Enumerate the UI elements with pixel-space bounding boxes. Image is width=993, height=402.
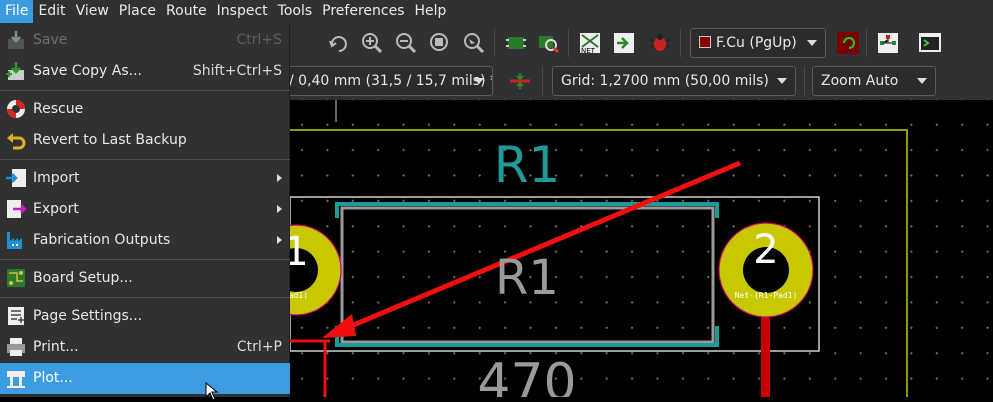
page-settings-icon — [5, 305, 27, 327]
layer-select-value: F.Cu (PgUp) — [716, 35, 797, 51]
value-label: 470 — [477, 353, 576, 397]
terminal-icon[interactable] — [918, 31, 942, 55]
menu-edit[interactable]: Edit — [33, 0, 70, 23]
board-outline — [290, 129, 908, 397]
board-setup-icon — [5, 267, 27, 289]
svg-text:NET: NET — [581, 47, 596, 55]
submenu-arrow-icon — [277, 236, 282, 244]
zoom-select[interactable]: Zoom Auto — [812, 66, 936, 96]
menu-tools[interactable]: Tools — [273, 0, 318, 23]
menu-inspect[interactable]: Inspect — [212, 0, 273, 23]
menu-print[interactable]: Print... Ctrl+P — [0, 332, 290, 363]
plot-icon — [5, 367, 27, 389]
update-pcb-icon[interactable] — [612, 31, 636, 55]
netlist-icon[interactable]: NET — [578, 31, 602, 55]
menu-fabrication-outputs[interactable]: Fabrication Outputs — [0, 225, 290, 256]
redo-icon[interactable] — [326, 31, 350, 55]
layer-pair-icon[interactable] — [836, 31, 860, 55]
zoom-out-icon[interactable] — [394, 31, 418, 55]
save-icon — [5, 29, 27, 51]
save-copy-icon — [5, 60, 27, 82]
export-icon — [5, 198, 27, 220]
menu-import[interactable]: Import — [0, 163, 290, 194]
layer-color-swatch — [699, 36, 711, 48]
menu-revert[interactable]: Revert to Last Backup — [0, 125, 290, 156]
menu-preferences[interactable]: Preferences — [317, 0, 409, 23]
menu-rescue[interactable]: Rescue — [0, 94, 290, 125]
menu-file[interactable]: File — [0, 0, 34, 23]
silkscreen-bracket-top — [335, 202, 719, 218]
reference-body: R1 — [495, 250, 559, 306]
menu-board-setup[interactable]: Board Setup... — [0, 263, 290, 294]
pad-2-number: 2 — [753, 227, 778, 273]
reference-top: R1 — [494, 136, 561, 194]
zoom-selection-icon[interactable] — [462, 31, 486, 55]
revert-icon — [5, 129, 27, 151]
lifebuoy-icon — [5, 98, 27, 120]
track-segment — [761, 305, 770, 397]
zoom-in-icon[interactable] — [360, 31, 384, 55]
menu-route[interactable]: Route — [161, 0, 212, 23]
menu-help[interactable]: Help — [410, 0, 452, 23]
menu-save-copy-as[interactable]: Save Copy As... Shift+Ctrl+S — [0, 56, 290, 87]
grid-select[interactable]: Grid: 1,2700 mm (50,00 mils) — [552, 66, 796, 96]
zoom-value: Zoom Auto — [821, 73, 899, 89]
file-menu-dropdown: Save Ctrl+S Save Copy As... Shift+Ctrl+S… — [0, 23, 290, 397]
menu-place[interactable]: Place — [114, 0, 161, 23]
pad-2-net: Net-(R1-Pad1) — [735, 291, 798, 300]
factory-icon — [5, 229, 27, 251]
grid-value: Grid: 1,2700 mm (50,00 mils) — [561, 73, 769, 89]
footprint-browser-icon[interactable] — [536, 31, 560, 55]
menu-view[interactable]: View — [71, 0, 114, 23]
submenu-arrow-icon — [277, 205, 282, 213]
track-width-auto-icon[interactable] — [508, 69, 532, 93]
annotation-arrowhead — [322, 314, 356, 338]
submenu-arrow-icon — [277, 174, 282, 182]
print-icon — [5, 336, 27, 358]
scripting-icon[interactable] — [876, 31, 900, 55]
menu-bar: File Edit View Place Route Inspect Tools… — [0, 0, 993, 23]
menu-export[interactable]: Export — [0, 194, 290, 225]
mouse-cursor-icon — [205, 382, 219, 401]
zoom-fit-icon[interactable] — [428, 31, 452, 55]
menu-save[interactable]: Save Ctrl+S — [0, 25, 290, 56]
drc-bug-icon[interactable] — [648, 31, 672, 55]
menu-plot[interactable]: Plot... — [0, 363, 290, 394]
menu-page-settings[interactable]: Page Settings... — [0, 301, 290, 332]
footprint-editor-icon[interactable] — [504, 31, 528, 55]
import-icon — [5, 167, 27, 189]
layer-select[interactable]: F.Cu (PgUp) — [690, 28, 826, 58]
